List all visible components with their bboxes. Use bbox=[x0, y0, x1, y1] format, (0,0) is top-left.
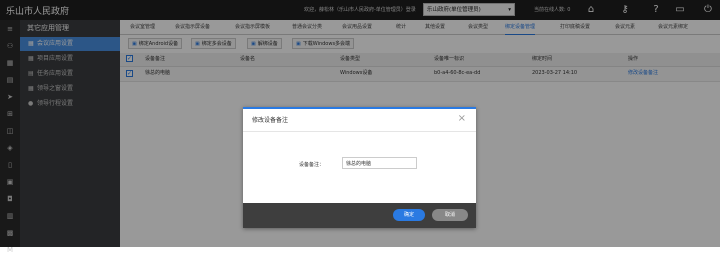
ok-button[interactable]: 确定 bbox=[393, 209, 425, 221]
note-field-label: 设备备注： bbox=[299, 162, 325, 168]
cancel-button[interactable]: 取消 bbox=[432, 209, 468, 221]
close-icon[interactable]: × bbox=[458, 113, 466, 124]
edit-note-dialog: 修改设备备注 × 设备备注： 确定 取消 bbox=[243, 107, 476, 228]
dialog-divider bbox=[243, 131, 476, 132]
dialog-accent bbox=[243, 107, 476, 109]
note-field[interactable] bbox=[342, 157, 417, 169]
dialog-title: 修改设备备注 bbox=[252, 117, 289, 124]
dialog-footer: 确定 取消 bbox=[243, 203, 476, 228]
